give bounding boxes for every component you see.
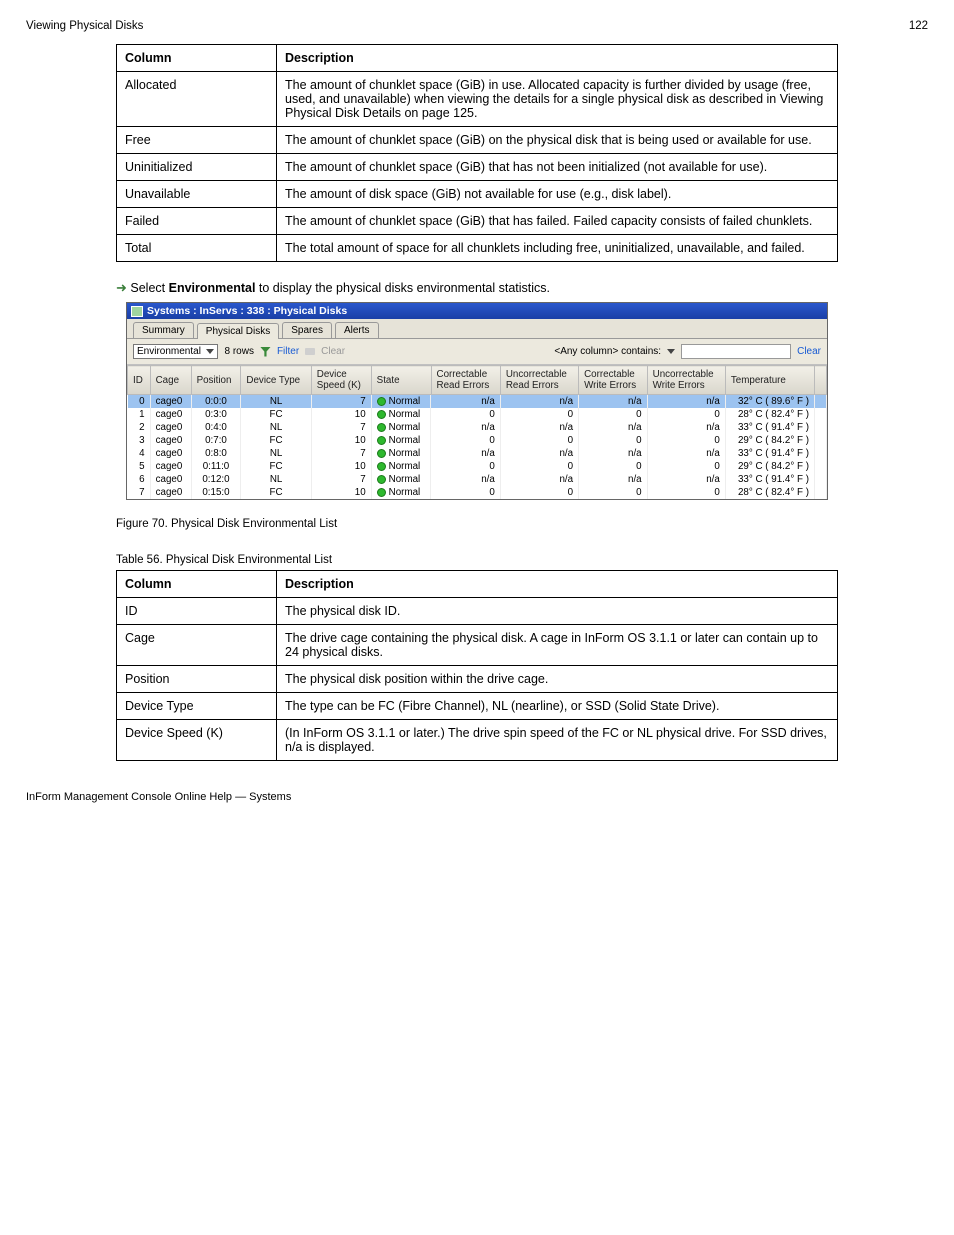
th-col: Column [117,571,277,598]
table-caption: Table 56. Physical Disk Environmental Li… [116,554,838,566]
page-number: 122 [909,20,928,32]
bullet-bold: Environmental [169,281,256,295]
tab-physical-disks[interactable]: Physical Disks [197,323,279,339]
param-desc: The amount of disk space (GiB) not avail… [277,181,838,208]
param-label: Cage [117,625,277,666]
column-header[interactable]: DeviceSpeed (K) [311,366,371,395]
table-row[interactable]: 6 cage0 0:12:0 NL 7 Normal n/a n/a n/a n… [128,473,827,486]
clear-link-disabled: Clear [321,346,345,357]
filter-cond-label: <Any column> contains: [554,346,661,357]
view-select-value: Environmental [137,346,201,357]
param-label: Total [117,235,277,262]
column-header[interactable]: UncorrectableWrite Errors [647,366,725,395]
table-row[interactable]: 3 cage0 0:7:0 FC 10 Normal 0 0 0 0 29° C… [128,434,827,447]
tab-summary[interactable]: Summary [133,322,194,338]
param-desc: The drive cage containing the physical d… [277,625,838,666]
state-dot-icon [377,410,386,419]
state-dot-icon [377,423,386,432]
chevron-down-icon [206,349,214,354]
column-header[interactable]: Temperature [725,366,814,395]
state-dot-icon [377,475,386,484]
figure-caption: Figure 70. Physical Disk Environmental L… [116,518,838,530]
column-header[interactable]: Position [191,366,241,395]
table-row[interactable]: 5 cage0 0:11:0 FC 10 Normal 0 0 0 0 29° … [128,460,827,473]
search-input[interactable] [681,344,791,359]
state-dot-icon [377,436,386,445]
state-dot-icon [377,488,386,497]
filter-icon [260,347,271,357]
column-header[interactable]: ID [128,366,151,395]
param-label: Free [117,127,277,154]
column-header[interactable]: CorrectableWrite Errors [579,366,648,395]
clear-icon [305,348,315,355]
tab-spares[interactable]: Spares [282,322,332,338]
column-header[interactable]: CorrectableRead Errors [431,366,500,395]
param-label: ID [117,598,277,625]
state-dot-icon [377,449,386,458]
titlebar: Systems : InServs : 338 : Physical Disks [127,303,827,319]
param-desc: (In InForm OS 3.1.1 or later.) The drive… [277,720,838,761]
param-desc: The type can be FC (Fibre Channel), NL (… [277,693,838,720]
view-select[interactable]: Environmental [133,344,218,359]
param-label: Position [117,666,277,693]
param-table-1: Column Description AllocatedThe amount o… [116,44,838,262]
param-desc: The physical disk position within the dr… [277,666,838,693]
state-dot-icon [377,397,386,406]
param-label: Device Type [117,693,277,720]
toolbar: Environmental 8 rows Filter Clear <Any c… [127,339,827,365]
app-window: Systems : InServs : 338 : Physical Disks… [126,302,828,500]
param-label: Failed [117,208,277,235]
disks-grid: IDCagePositionDevice TypeDeviceSpeed (K)… [127,365,827,499]
window-title: Systems : InServs : 338 : Physical Disks [147,305,347,317]
param-label: Uninitialized [117,154,277,181]
doc-section-title: Viewing Physical Disks [26,20,143,32]
chevron-down-icon [667,349,675,354]
column-header[interactable]: UncorrectableRead Errors [500,366,578,395]
column-header[interactable] [814,366,826,395]
state-dot-icon [377,462,386,471]
bullet-arrow-icon: ➜ [116,280,127,296]
table-row[interactable]: 7 cage0 0:15:0 FC 10 Normal 0 0 0 0 28° … [128,486,827,499]
th-desc: Description [277,571,838,598]
tab-strip: SummaryPhysical DisksSparesAlerts [127,319,827,339]
th-col: Column [117,45,277,72]
footer-text: InForm Management Console Online Help — … [26,791,291,803]
param-label: Unavailable [117,181,277,208]
param-desc: The physical disk ID. [277,598,838,625]
param-label: Allocated [117,72,277,127]
row-count: 8 rows [224,346,253,357]
window-icon [131,306,143,317]
param-table-2: Column Description IDThe physical disk I… [116,570,838,761]
table-row[interactable]: 1 cage0 0:3:0 FC 10 Normal 0 0 0 0 28° C… [128,408,827,421]
clear-search-link[interactable]: Clear [797,346,821,357]
param-desc: The amount of chunklet space (GiB) on th… [277,127,838,154]
bullet-text-prefix: Select [130,281,168,295]
th-desc: Description [277,45,838,72]
param-desc: The amount of chunklet space (GiB) in us… [277,72,838,127]
column-header[interactable]: State [371,366,431,395]
param-desc: The amount of chunklet space (GiB) that … [277,154,838,181]
filter-link[interactable]: Filter [277,346,299,357]
table-row[interactable]: 2 cage0 0:4:0 NL 7 Normal n/a n/a n/a n/… [128,421,827,434]
param-label: Device Speed (K) [117,720,277,761]
table-row[interactable]: 4 cage0 0:8:0 NL 7 Normal n/a n/a n/a n/… [128,447,827,460]
table-row[interactable]: 0 cage0 0:0:0 NL 7 Normal n/a n/a n/a n/… [128,395,827,409]
column-header[interactable]: Device Type [241,366,311,395]
bullet-text-suffix: to display the physical disks environmen… [255,281,550,295]
param-desc: The amount of chunklet space (GiB) that … [277,208,838,235]
param-desc: The total amount of space for all chunkl… [277,235,838,262]
column-header[interactable]: Cage [150,366,191,395]
tab-alerts[interactable]: Alerts [335,322,379,338]
